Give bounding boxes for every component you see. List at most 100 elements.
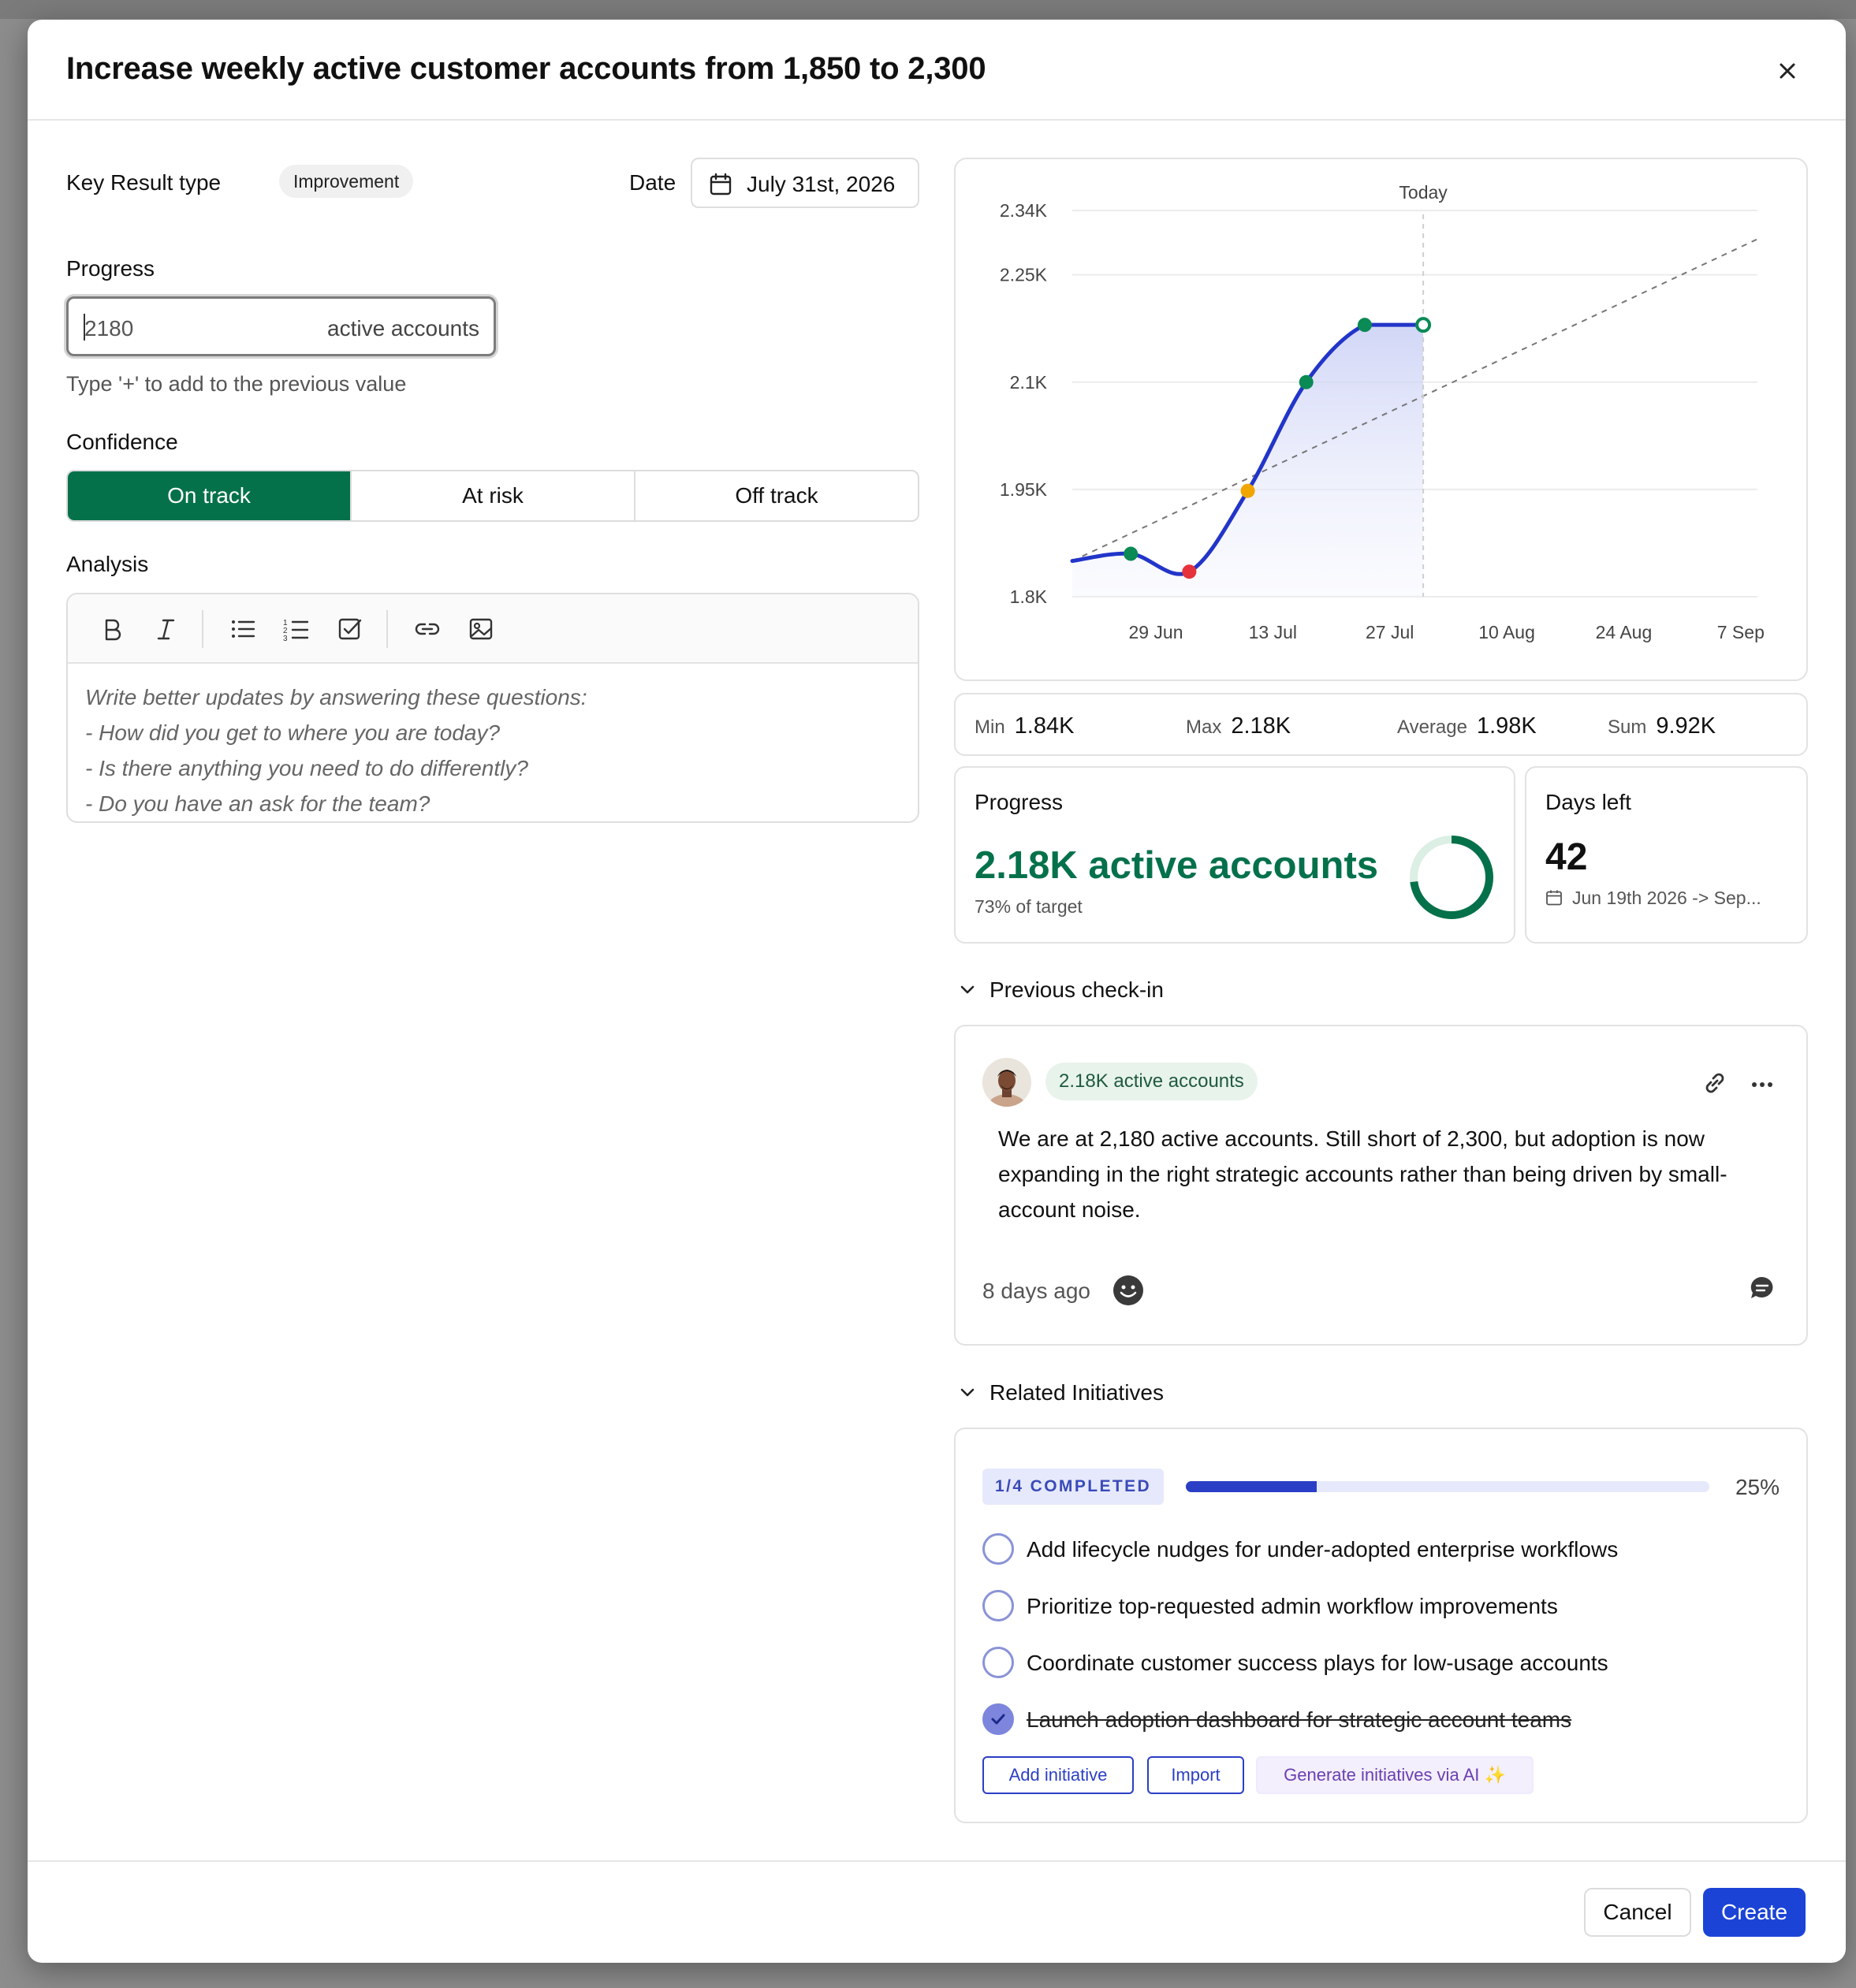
checklist-icon (338, 618, 362, 640)
initiatives-percent: 25% (1735, 1475, 1780, 1499)
related-initiatives-heading: Related Initiatives (989, 1380, 1165, 1405)
comment-button[interactable] (1748, 1274, 1776, 1302)
progress-label: Progress (66, 256, 155, 281)
modal-footer: Cancel Create (28, 1860, 1846, 1963)
analysis-textarea[interactable]: Write better updates by answering these … (68, 664, 918, 821)
analysis-label: Analysis (66, 552, 149, 576)
checklist-button[interactable] (334, 613, 366, 645)
y-tick-label: 1.95K (1000, 479, 1048, 500)
date-label: Date (629, 170, 676, 195)
date-range-text: Jun 19th 2026 -> Sep... (1572, 888, 1761, 908)
y-tick-label: 2.1K (1010, 372, 1048, 393)
image-button[interactable] (465, 613, 497, 645)
stat-sum: Sum 9.92K (1608, 713, 1716, 739)
progress-summary-card: Progress 2.18K active accounts 73% of ta… (954, 766, 1515, 944)
checkin-value-badge: 2.18K active accounts (1045, 1063, 1258, 1100)
smiley-icon (1113, 1275, 1143, 1305)
analysis-placeholder-line: - Do you have an ask for the team? (85, 791, 430, 816)
initiative-checkbox[interactable] (982, 1533, 1014, 1565)
comment-icon (1750, 1276, 1773, 1298)
stat-average-label: Average (1397, 717, 1467, 738)
bullet-list-button[interactable] (227, 613, 259, 645)
y-tick-label: 2.25K (1000, 265, 1048, 285)
initiatives-progress-fill (1186, 1481, 1317, 1492)
bold-button[interactable] (96, 613, 128, 645)
y-tick-label: 1.8K (1010, 586, 1048, 607)
x-tick-label: 10 Aug (1478, 622, 1535, 642)
y-tick-label: 2.34K (1000, 200, 1048, 221)
completed-badge: 1/4 COMPLETED (982, 1469, 1165, 1505)
cancel-button[interactable]: Cancel (1584, 1888, 1691, 1937)
link-button[interactable] (412, 613, 443, 645)
chevron-down-icon (960, 985, 975, 994)
editor-toolbar: 123 (68, 594, 918, 664)
analysis-placeholder-line: Write better updates by answering these … (85, 685, 587, 709)
toolbar-divider (202, 610, 203, 648)
stat-max: Max 2.18K (1186, 713, 1291, 739)
progress-input[interactable]: 2180 active accounts (66, 296, 496, 356)
bullet-list-icon (232, 620, 255, 638)
data-point-current (1415, 317, 1432, 333)
today-label: Today (1399, 182, 1448, 203)
initiative-checkbox[interactable] (982, 1590, 1014, 1621)
import-button[interactable]: Import (1147, 1756, 1244, 1794)
stat-average-value: 1.98K (1476, 713, 1537, 739)
calendar-icon (710, 173, 732, 195)
italic-icon (157, 619, 175, 640)
modal-title: Increase weekly active customer accounts… (66, 51, 986, 86)
close-icon (1780, 63, 1795, 79)
analysis-placeholder-line: - Is there anything you need to do diffe… (85, 756, 528, 780)
confidence-at-risk[interactable]: At risk (352, 471, 635, 520)
progress-unit: active accounts (327, 316, 479, 341)
data-point (1299, 374, 1314, 389)
image-icon (469, 618, 493, 640)
italic-button[interactable] (150, 613, 181, 645)
analysis-placeholder-line: - How did you get to where you are today… (85, 720, 501, 745)
kr-type-row: Key Result type Improvement Date July 31… (66, 158, 919, 210)
numbered-list-button[interactable]: 123 (281, 613, 312, 645)
data-point (1182, 564, 1197, 579)
stat-min: Min 1.84K (975, 713, 1074, 739)
checkin-text: We are at 2,180 active accounts. Still s… (998, 1126, 1727, 1222)
progress-card-title: Progress (975, 790, 1064, 814)
initiative-label: Launch adoption dashboard for strategic … (1027, 1707, 1572, 1732)
related-initiatives-toggle[interactable]: Related Initiatives (958, 1380, 1164, 1405)
copy-link-button[interactable] (1701, 1069, 1729, 1097)
confidence-on-track[interactable]: On track (68, 471, 352, 520)
x-tick-label: 24 Aug (1596, 622, 1653, 642)
date-picker-button[interactable]: July 31st, 2026 (691, 158, 919, 208)
progress-card-subtext: 73% of target (975, 896, 1083, 917)
confidence-off-track[interactable]: Off track (635, 471, 918, 520)
progress-chart-card: 2.34K 2.25K 2.1K 1.95K 1.8K 29 Jun 13 Jul 27 Ju… (954, 158, 1808, 681)
checkmark-icon (991, 1714, 1005, 1725)
kr-type-badge[interactable]: Improvement (279, 165, 414, 198)
numbered-list-icon: 123 (283, 619, 309, 643)
progress-hint: Type '+' to add to the previous value (66, 372, 407, 396)
bold-icon (105, 619, 121, 641)
x-tick-label: 13 Jul (1249, 622, 1297, 642)
stat-sum-value: 9.92K (1656, 713, 1716, 739)
initiative-label: Coordinate customer success plays for lo… (1027, 1651, 1608, 1675)
svg-text:3: 3 (283, 635, 288, 643)
progress-line-chart: 2.34K 2.25K 2.1K 1.95K 1.8K 29 Jun 13 Jul 27 Ju… (1000, 182, 1765, 642)
link-icon (415, 623, 440, 635)
x-tick-label: 29 Jun (1128, 622, 1183, 642)
x-tick-label: 7 Sep (1717, 622, 1765, 642)
more-options-button[interactable] (1748, 1070, 1776, 1099)
initiative-checkbox-checked[interactable] (982, 1703, 1014, 1735)
date-value: July 31st, 2026 (747, 172, 896, 196)
stat-sum-label: Sum (1608, 717, 1647, 738)
data-point (1357, 318, 1372, 333)
add-reaction-button[interactable] (1112, 1274, 1145, 1307)
generate-ai-button[interactable]: Generate initiatives via AI ✨ (1256, 1756, 1534, 1794)
previous-checkin-toggle[interactable]: Previous check-in (958, 977, 1164, 1003)
initiative-checkbox[interactable] (982, 1647, 1014, 1678)
add-initiative-button[interactable]: Add initiative (982, 1756, 1134, 1794)
x-tick-label: 27 Jul (1366, 622, 1414, 642)
progress-card-value: 2.18K active accounts (975, 844, 1379, 887)
previous-checkin-card: 2.18K active accounts We are at 2,180 ac… (954, 1025, 1808, 1346)
modal-header: Increase weekly active customer accounts… (28, 20, 1846, 121)
key-result-modal: Increase weekly active customer accounts… (28, 20, 1846, 1963)
close-button[interactable] (1772, 55, 1803, 87)
create-button[interactable]: Create (1703, 1888, 1806, 1937)
